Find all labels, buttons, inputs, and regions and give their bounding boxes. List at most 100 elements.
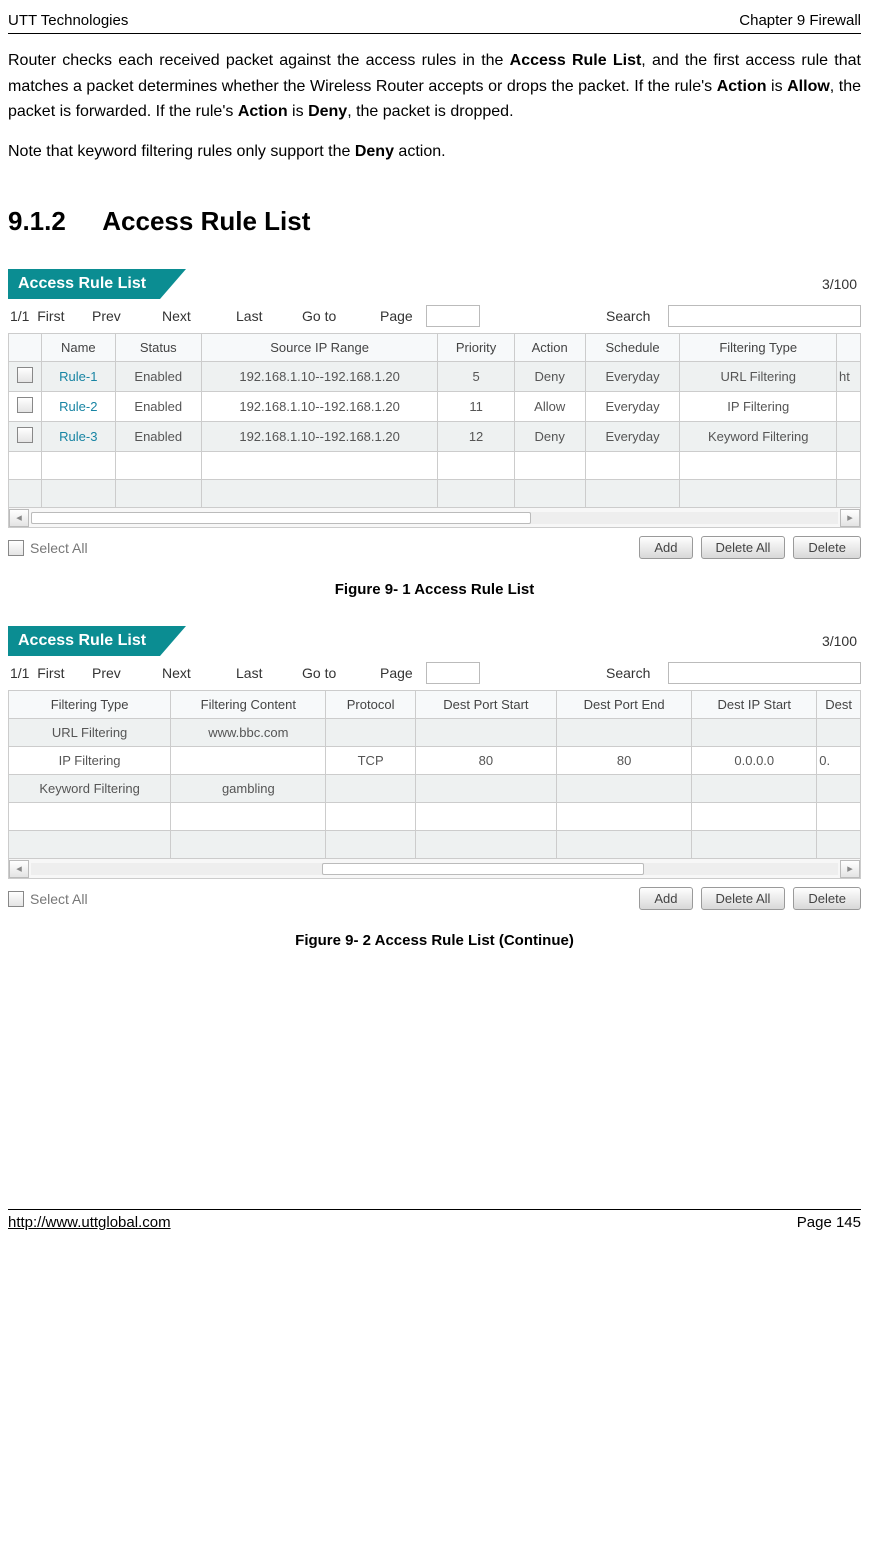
cell-status: Enabled	[115, 362, 201, 392]
pager-search-input[interactable]	[668, 305, 861, 327]
cell-src: 192.168.1.10--192.168.1.20	[201, 362, 437, 392]
delete-all-button[interactable]: Delete All	[701, 536, 786, 559]
col-dest-port-start[interactable]: Dest Port Start	[415, 691, 556, 719]
rule-link[interactable]: Rule-2	[59, 399, 97, 414]
pager-prev[interactable]: Prev	[90, 665, 160, 681]
pager: 1/1 First Prev Next Last Go to Page Sear…	[8, 299, 861, 333]
header-left: UTT Technologies	[8, 12, 128, 29]
cell-fcontent: gambling	[171, 775, 326, 803]
pager-ratio-text: 1/1	[10, 665, 29, 681]
pager-page-input[interactable]	[426, 305, 480, 327]
pager-first[interactable]: First	[37, 308, 64, 324]
cell-sched: Everyday	[585, 392, 680, 422]
scroll-right-icon[interactable]: ▸	[840, 509, 860, 527]
pager-ratio-text: 1/1	[10, 308, 29, 324]
cell-ftype: IP Filtering	[9, 747, 171, 775]
table-row: Keyword Filtering gambling	[9, 775, 861, 803]
pager-prev[interactable]: Prev	[90, 308, 160, 324]
col-dest-port-end[interactable]: Dest Port End	[557, 691, 692, 719]
scroll-thumb[interactable]	[322, 863, 645, 875]
col-filtering-type[interactable]: Filtering Type	[9, 691, 171, 719]
pager-search-input[interactable]	[668, 662, 861, 684]
col-priority[interactable]: Priority	[438, 334, 515, 362]
select-all-checkbox[interactable]	[8, 540, 24, 556]
table-row	[9, 831, 861, 859]
tab-access-rule-list[interactable]: Access Rule List	[8, 626, 160, 656]
pager-ratio: 1/1 First	[8, 308, 90, 324]
row-checkbox[interactable]	[17, 427, 33, 443]
table-row	[9, 480, 861, 508]
cell-dpe: 80	[557, 747, 692, 775]
pager-goto-label: Go to	[300, 308, 378, 324]
col-dest-ip-start[interactable]: Dest IP Start	[692, 691, 817, 719]
col-filtering-content[interactable]: Filtering Content	[171, 691, 326, 719]
add-button[interactable]: Add	[639, 536, 692, 559]
col-schedule[interactable]: Schedule	[585, 334, 680, 362]
rule-count-label: 3/100	[822, 633, 861, 649]
pager-next[interactable]: Next	[160, 665, 234, 681]
pager-next[interactable]: Next	[160, 308, 234, 324]
table-row: Rule-3 Enabled 192.168.1.10--192.168.1.2…	[9, 422, 861, 452]
pager-last[interactable]: Last	[234, 308, 300, 324]
rules-table-2: Filtering Type Filtering Content Protoco…	[8, 690, 861, 859]
horizontal-scrollbar[interactable]: ◂ ▸	[8, 508, 861, 528]
scroll-left-icon[interactable]: ◂	[9, 860, 29, 878]
cell-ftype: Keyword Filtering	[680, 422, 837, 452]
figure-caption-1: Figure 9- 1 Access Rule List	[8, 581, 861, 598]
horizontal-scrollbar[interactable]: ◂ ▸	[8, 859, 861, 879]
row-checkbox[interactable]	[17, 397, 33, 413]
delete-button[interactable]: Delete	[793, 887, 861, 910]
col-protocol[interactable]: Protocol	[326, 691, 415, 719]
scroll-right-icon[interactable]: ▸	[840, 860, 860, 878]
cell-overflow	[837, 422, 861, 452]
pager-page-input[interactable]	[426, 662, 480, 684]
access-rule-panel-1: Access Rule List 3/100 1/1 First Prev Ne…	[8, 269, 861, 559]
cell-action: Allow	[514, 392, 585, 422]
scroll-track[interactable]	[31, 512, 838, 524]
table-row	[9, 803, 861, 831]
cell-ftype: URL Filtering	[9, 719, 171, 747]
pager-first[interactable]: First	[37, 665, 64, 681]
cell-dips	[692, 719, 817, 747]
p2-bold1: Deny	[355, 143, 394, 160]
p1-seg5: is	[288, 103, 308, 120]
table-row	[9, 452, 861, 480]
select-all[interactable]: Select All	[8, 540, 88, 556]
cell-dpe	[557, 775, 692, 803]
scroll-track[interactable]	[31, 863, 838, 875]
cell-ftype: URL Filtering	[680, 362, 837, 392]
col-status[interactable]: Status	[115, 334, 201, 362]
add-button[interactable]: Add	[639, 887, 692, 910]
scroll-left-icon[interactable]: ◂	[9, 509, 29, 527]
select-all[interactable]: Select All	[8, 891, 88, 907]
p1-bold1: Access Rule List	[510, 52, 642, 69]
col-filtering-type[interactable]: Filtering Type	[680, 334, 837, 362]
pager-search-label: Search	[604, 665, 668, 681]
delete-all-button[interactable]: Delete All	[701, 887, 786, 910]
p1-bold3: Allow	[787, 78, 830, 95]
col-name[interactable]: Name	[42, 334, 116, 362]
header-right: Chapter 9 Firewall	[739, 12, 861, 29]
cell-overflow	[817, 775, 861, 803]
delete-button[interactable]: Delete	[793, 536, 861, 559]
p2-seg1: Note that keyword filtering rules only s…	[8, 143, 355, 160]
cell-prio: 11	[438, 392, 515, 422]
cell-fcontent: www.bbc.com	[171, 719, 326, 747]
rule-link[interactable]: Rule-3	[59, 429, 97, 444]
pager-last[interactable]: Last	[234, 665, 300, 681]
rule-link[interactable]: Rule-1	[59, 369, 97, 384]
col-source-ip[interactable]: Source IP Range	[201, 334, 437, 362]
select-all-label: Select All	[30, 540, 88, 556]
select-all-label: Select All	[30, 891, 88, 907]
col-action[interactable]: Action	[514, 334, 585, 362]
scroll-thumb[interactable]	[31, 512, 531, 524]
select-all-checkbox[interactable]	[8, 891, 24, 907]
footer-url[interactable]: http://www.uttglobal.com	[8, 1214, 171, 1231]
section-number: 9.1.2	[8, 206, 96, 237]
cell-overflow	[817, 719, 861, 747]
tab-access-rule-list[interactable]: Access Rule List	[8, 269, 160, 299]
cell-fcontent	[171, 747, 326, 775]
cell-ftype: IP Filtering	[680, 392, 837, 422]
row-checkbox[interactable]	[17, 367, 33, 383]
cell-dps	[415, 719, 556, 747]
